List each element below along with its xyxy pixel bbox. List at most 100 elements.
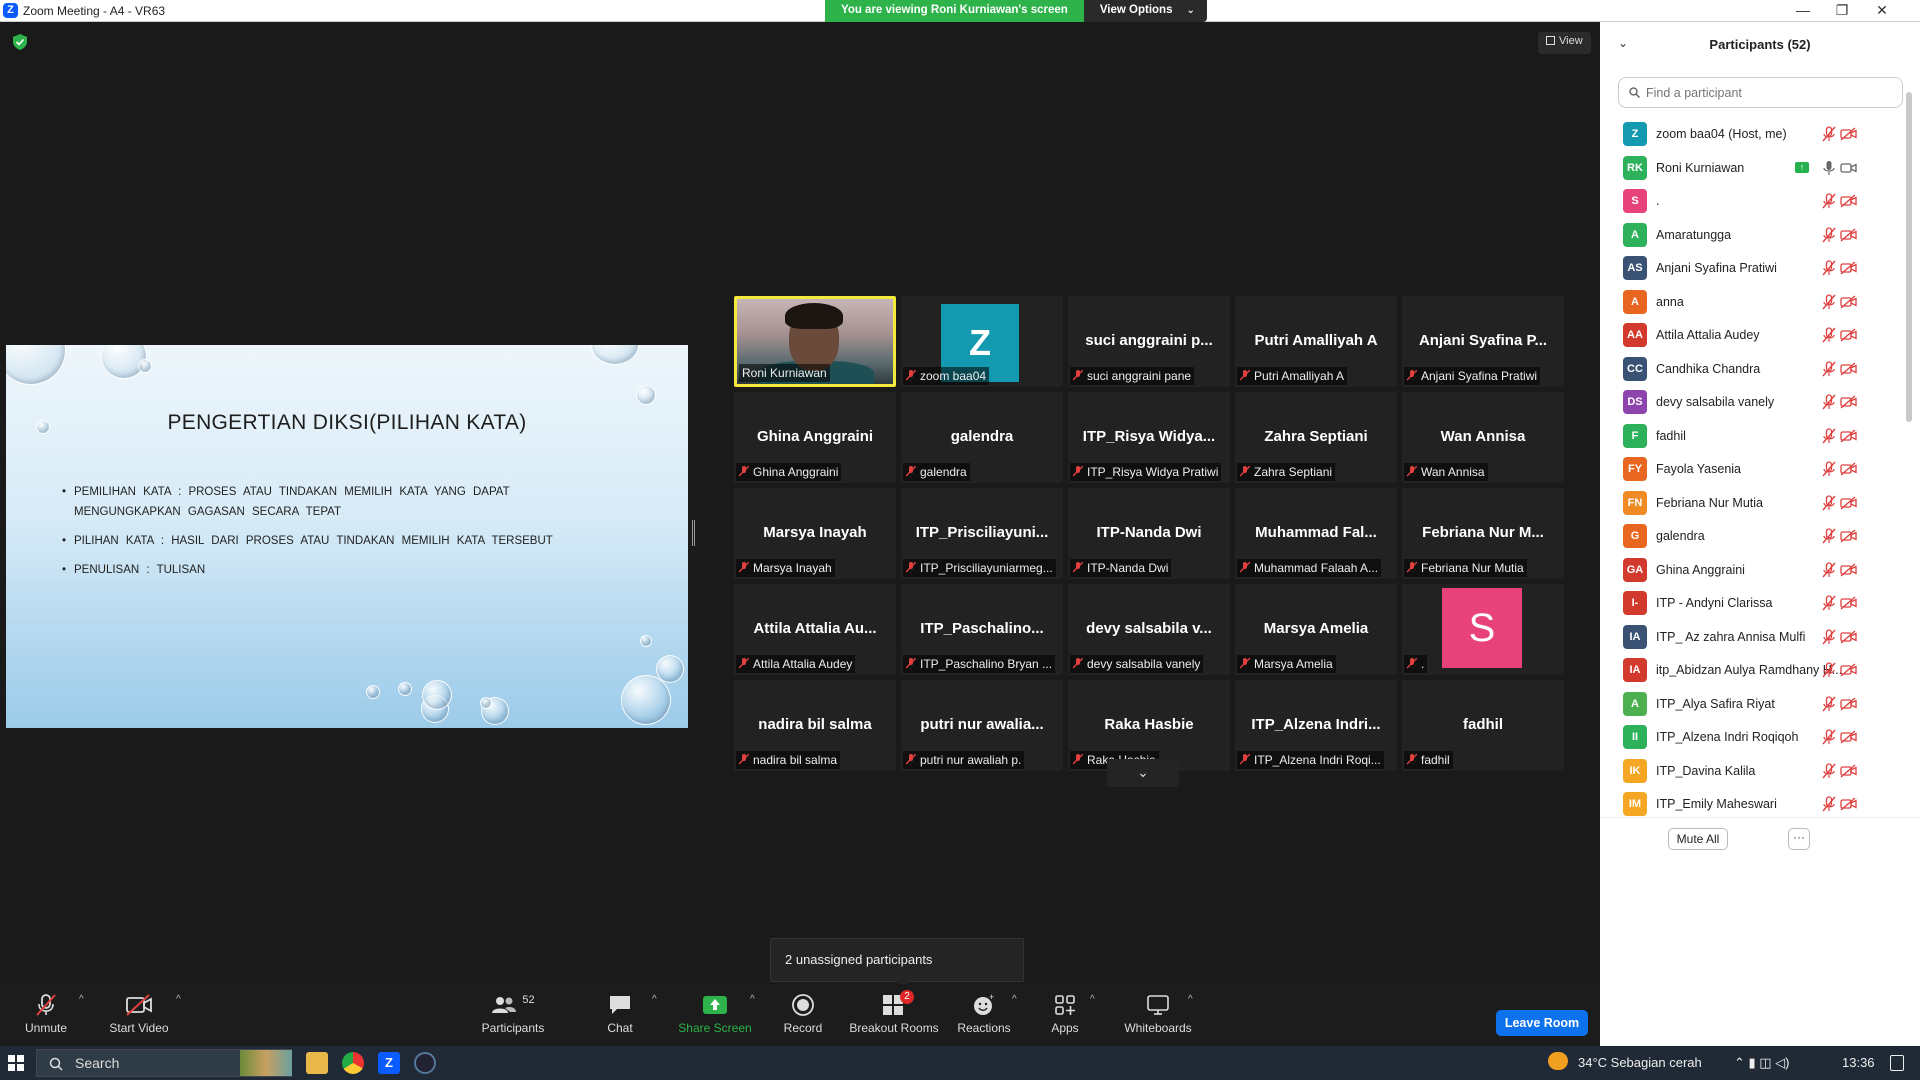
video-tile[interactable]: Wan Annisa Wan Annisa <box>1402 392 1564 483</box>
view-button[interactable]: View <box>1538 32 1591 54</box>
video-tile[interactable]: devy salsabila v... devy salsabila vanel… <box>1068 584 1230 675</box>
video-off-icon <box>126 994 152 1016</box>
tile-name-label: nadira bil salma <box>736 751 841 769</box>
record-button[interactable]: Record <box>776 992 830 1035</box>
view-options-button[interactable]: View Options ⌄ <box>1083 0 1207 22</box>
video-tile[interactable]: putri nur awalia... putri nur awaliah p. <box>901 680 1063 771</box>
panel-scrollbar[interactable] <box>1906 92 1912 422</box>
avatar: IA <box>1623 658 1647 682</box>
bubble-decoration <box>422 680 452 710</box>
tile-display-name: Wan Annisa <box>1440 428 1526 445</box>
split-view-divider-handle[interactable] <box>692 520 695 546</box>
camera-app-icon[interactable] <box>414 1052 436 1074</box>
grid-icon <box>1546 36 1555 45</box>
video-tile[interactable]: Z zoom baa04 <box>901 296 1063 387</box>
mic-muted-icon <box>1822 762 1836 778</box>
video-tile[interactable]: galendra galendra <box>901 392 1063 483</box>
close-button[interactable]: ✕ <box>1862 1 1902 19</box>
find-participant-input[interactable] <box>1646 84 1896 102</box>
participants-label: Participants <box>481 1021 545 1035</box>
unmute-button[interactable]: Unmute <box>20 992 72 1035</box>
tile-name-label: Zahra Septiani <box>1237 463 1336 481</box>
shield-icon <box>13 34 27 50</box>
video-tile[interactable]: Putri Amalliyah A Putri Amalliyah A <box>1235 296 1397 387</box>
gallery-next-page-button[interactable]: ⌄ <box>1107 759 1179 787</box>
file-explorer-icon[interactable] <box>306 1052 328 1074</box>
video-tile[interactable]: Marsya Inayah Marsya Inayah <box>734 488 896 579</box>
video-tile[interactable]: ITP_Alzena Indri... ITP_Alzena Indri Roq… <box>1235 680 1397 771</box>
participants-panel-header: ⌄ Participants (52) <box>1600 22 1920 68</box>
leave-room-button[interactable]: Leave Room <box>1496 1010 1588 1036</box>
video-tile[interactable]: S . <box>1402 584 1564 675</box>
mic-muted-icon <box>1407 370 1417 381</box>
start-video-button[interactable]: Start Video <box>106 992 172 1035</box>
more-options-button[interactable]: ··· <box>1788 828 1810 850</box>
weather-text[interactable]: 34°C Sebagian cerah <box>1578 1055 1702 1070</box>
video-off-icon <box>1840 663 1857 677</box>
video-tile[interactable]: ITP-Nanda Dwi ITP-Nanda Dwi <box>1068 488 1230 579</box>
avatar: A <box>1623 222 1647 247</box>
tile-name-label: ITP_Alzena Indri Roqi... <box>1237 751 1384 769</box>
system-tray-icons[interactable]: ⌃ ▮ ◫ ◁) <box>1734 1055 1790 1071</box>
clock[interactable]: 13:36 <box>1842 1055 1875 1070</box>
avatar: AS <box>1623 256 1647 280</box>
tile-display-name: nadira bil salma <box>758 716 872 733</box>
video-tile[interactable]: nadira bil salma nadira bil salma <box>734 680 896 771</box>
reactions-button[interactable]: + Reactions <box>956 992 1012 1035</box>
tile-name-label: Putri Amalliyah A <box>1237 367 1348 385</box>
mute-all-button[interactable]: Mute All <box>1668 828 1728 850</box>
participants-button[interactable]: 52 Participants <box>480 992 546 1035</box>
mic-muted-icon <box>1822 461 1836 477</box>
chat-button[interactable]: Chat <box>592 992 648 1035</box>
video-tile[interactable]: Zahra Septiani Zahra Septiani <box>1235 392 1397 483</box>
video-tile[interactable]: Attila Attalia Au... Attila Attalia Aude… <box>734 584 896 675</box>
windows-start-icon[interactable] <box>8 1055 24 1071</box>
avatar: FY <box>1623 457 1647 481</box>
breakout-rooms-button[interactable]: 2 Breakout Rooms <box>846 990 942 1035</box>
mic-muted-icon <box>1822 729 1836 745</box>
mic-muted-icon <box>1822 360 1836 376</box>
notifications-icon[interactable] <box>1890 1055 1904 1071</box>
video-tile[interactable]: ITP_Paschalino... ITP_Paschalino Bryan .… <box>901 584 1063 675</box>
whiteboards-button[interactable]: Whiteboards <box>1118 992 1198 1035</box>
zoom-taskbar-icon[interactable]: Z <box>378 1052 400 1074</box>
mic-muted-icon <box>1073 562 1083 573</box>
participants-panel-title: Participants (52) <box>1709 37 1811 52</box>
participants-panel-footer: Mute All ··· <box>1600 817 1920 862</box>
viewing-status-text: You are viewing Roni Kurniawan's screen <box>825 0 1084 22</box>
video-tile-active-speaker[interactable]: Roni Kurniawan <box>734 296 896 387</box>
video-tile[interactable]: Ghina Anggraini Ghina Anggraini <box>734 392 896 483</box>
maximize-button[interactable]: ❐ <box>1822 1 1862 19</box>
avatar: S <box>1623 189 1647 213</box>
video-person-hair <box>785 303 843 329</box>
tile-display-name: Putri Amalliyah A <box>1254 332 1378 349</box>
unassigned-participants-tooltip: 2 unassigned participants <box>770 938 1024 988</box>
participants-panel: ⌄ Participants (52) Zzoom baa04 (Host, m… <box>1600 22 1920 1046</box>
minimize-button[interactable]: — <box>1783 1 1823 19</box>
video-tile[interactable]: ITP_Prisciliayuni... ITP_Prisciliayuniar… <box>901 488 1063 579</box>
mic-muted-icon <box>906 562 916 573</box>
find-participant-search[interactable] <box>1618 77 1903 108</box>
video-off-icon <box>1840 428 1857 443</box>
chrome-icon[interactable] <box>342 1052 364 1074</box>
chat-label: Chat <box>607 1021 633 1035</box>
participants-count: 52 <box>522 994 535 1006</box>
participants-icon <box>492 997 517 1013</box>
apps-button[interactable]: Apps <box>1044 992 1086 1035</box>
video-tile[interactable]: ITP_Risya Widya... ITP_Risya Widya Prati… <box>1068 392 1230 483</box>
tile-name-label: suci anggraini pane <box>1070 367 1195 385</box>
video-tile[interactable]: fadhil fadhil <box>1402 680 1564 771</box>
tile-display-name: ITP_Prisciliayuni... <box>915 524 1049 541</box>
video-tile[interactable]: suci anggraini p... suci anggraini pane <box>1068 296 1230 387</box>
video-off-icon <box>1840 462 1857 476</box>
mic-muted-icon <box>1240 658 1250 669</box>
video-tile[interactable]: Anjani Syafina P... Anjani Syafina Prati… <box>1402 296 1564 387</box>
mic-muted-icon <box>1073 658 1083 669</box>
video-off-icon <box>1840 596 1857 610</box>
video-tile[interactable]: Febriana Nur M... Febriana Nur Mutia <box>1402 488 1564 579</box>
video-tile[interactable]: Raka Hasbie Raka Hasbie <box>1068 680 1230 771</box>
video-tile[interactable]: Marsya Amelia Marsya Amelia <box>1235 584 1397 675</box>
share-screen-button[interactable]: Share Screen <box>674 992 756 1035</box>
mic-muted-icon <box>1240 562 1250 573</box>
video-tile[interactable]: Muhammad Fal... Muhammad Falaah A... <box>1235 488 1397 579</box>
